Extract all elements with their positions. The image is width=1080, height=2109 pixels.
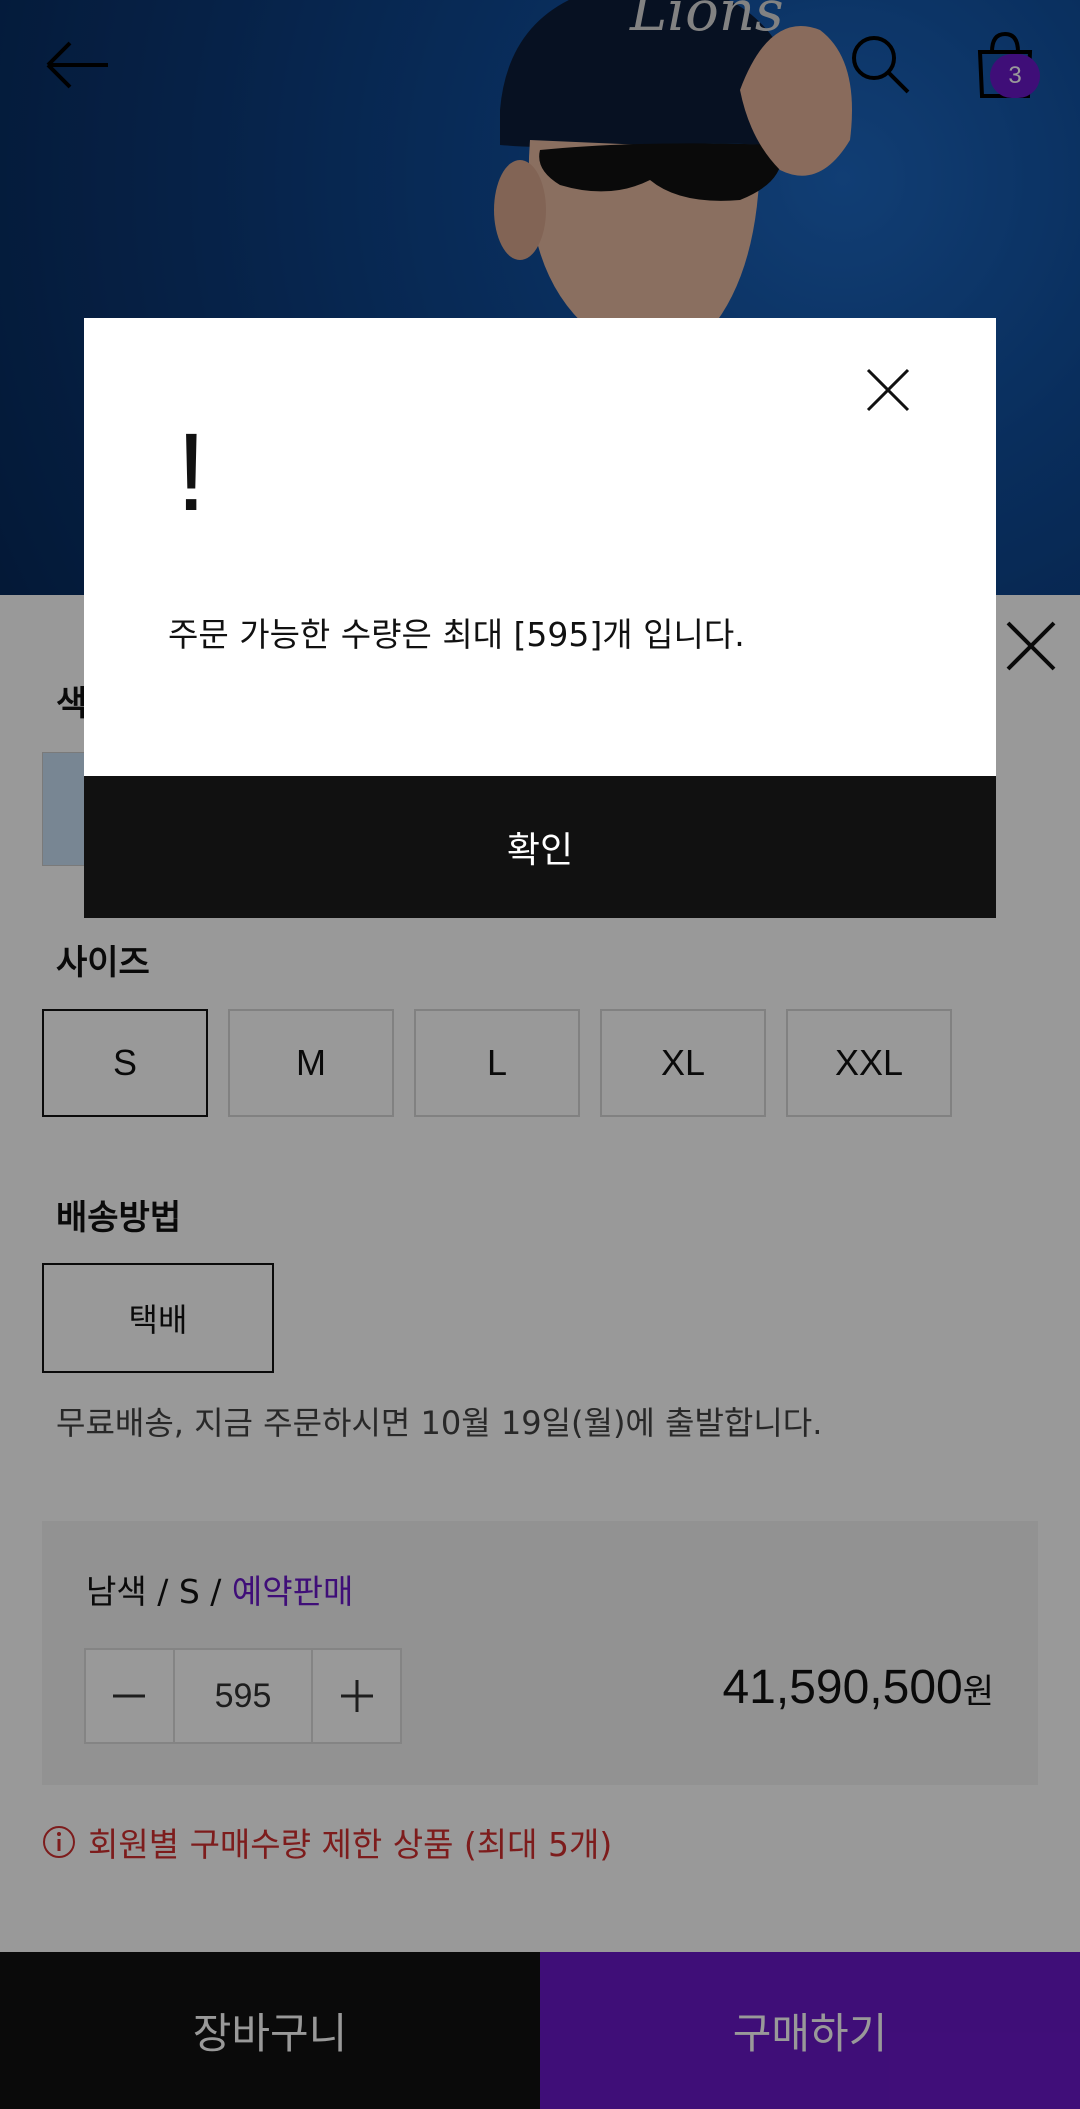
alert-message: 주문 가능한 수량은 최대 [595]개 입니다. — [168, 615, 745, 654]
confirm-button[interactable]: 확인 — [84, 776, 996, 918]
quantity-alert-dialog: ! 주문 가능한 수량은 최대 [595]개 입니다. 확인 — [84, 318, 996, 918]
close-icon[interactable] — [866, 368, 910, 412]
alert-exclamation-icon: ! — [176, 411, 207, 534]
modal-backdrop[interactable] — [0, 0, 1080, 2109]
